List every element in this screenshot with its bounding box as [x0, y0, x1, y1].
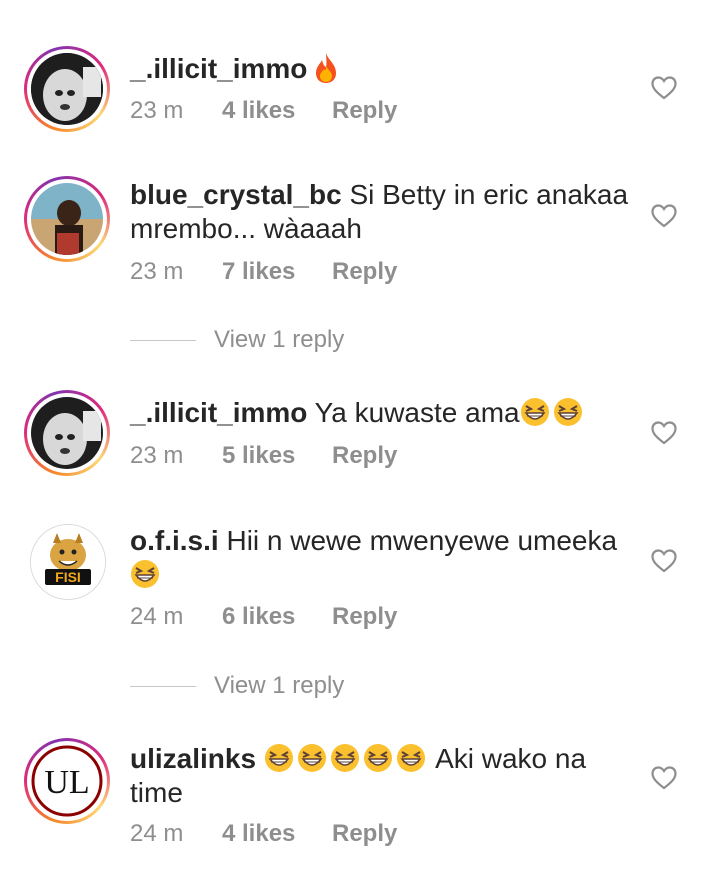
reply-button[interactable]: Reply [332, 97, 397, 125]
likes-count[interactable]: 5 likes [222, 442, 332, 470]
grinning-squinting-face-emoji [131, 560, 159, 588]
ul-logo: UL [31, 745, 103, 817]
reply-button[interactable]: Reply [332, 603, 397, 631]
comment-meta: 24 m 6 likes Reply [130, 603, 397, 631]
divider-line [130, 339, 196, 341]
grinning-squinting-face-emoji [553, 398, 582, 426]
svg-text:FISI: FISI [55, 569, 81, 585]
avatar[interactable] [24, 390, 110, 476]
comment-text: ulizalinks Aki wako na time [130, 743, 587, 808]
comment-text: _.illicit_immo [130, 52, 630, 86]
avatar[interactable] [24, 46, 110, 132]
hyena-logo: FISI [31, 525, 105, 599]
fire-emoji [316, 53, 337, 83]
masked-person-image [31, 53, 103, 125]
grinning-squinting-face-emoji [363, 744, 392, 772]
likes-count[interactable]: 6 likes [222, 603, 332, 631]
avatar[interactable] [24, 176, 110, 262]
grinning-squinting-face-emoji [520, 398, 549, 426]
comment-meta: 23 m 4 likes Reply [130, 97, 397, 125]
timestamp: 24 m [130, 603, 184, 630]
username[interactable]: ulizalinks [130, 743, 256, 774]
view-replies-button[interactable]: View 1 reply [130, 672, 344, 700]
grinning-squinting-face-emoji [264, 744, 293, 772]
grinning-squinting-face-emoji [330, 744, 359, 772]
grinning-squinting-face-emoji [396, 744, 425, 772]
heart-outline-icon[interactable] [651, 766, 677, 790]
timestamp: 23 m [130, 442, 184, 469]
username[interactable]: blue_crystal_bc [130, 179, 342, 210]
username[interactable]: _.illicit_immo [130, 53, 307, 84]
heart-outline-icon[interactable] [651, 76, 677, 100]
comment-text: _.illicit_immo Ya kuwaste ama [130, 396, 630, 430]
username[interactable]: o.f.i.s.i [130, 525, 219, 556]
reply-button[interactable]: Reply [332, 442, 397, 470]
timestamp: 23 m [130, 258, 184, 285]
view-replies-button[interactable]: View 1 reply [130, 326, 344, 354]
username[interactable]: _.illicit_immo [130, 397, 307, 428]
reply-button[interactable]: Reply [332, 258, 397, 286]
view-replies-label: View 1 reply [214, 672, 345, 699]
heart-outline-icon[interactable] [651, 204, 677, 228]
comment-meta: 24 m 4 likes Reply [130, 820, 397, 848]
comment-meta: 23 m 7 likes Reply [130, 258, 397, 286]
heart-outline-icon[interactable] [651, 549, 677, 573]
svg-text:UL: UL [44, 764, 89, 801]
masked-person-image [31, 397, 103, 469]
likes-count[interactable]: 4 likes [222, 820, 332, 848]
heart-outline-icon[interactable] [651, 421, 677, 445]
timestamp: 23 m [130, 97, 184, 124]
person-beach-image [31, 183, 103, 255]
reply-button[interactable]: Reply [332, 820, 397, 848]
comment-text: blue_crystal_bc Si Betty in eric anakaa … [130, 179, 629, 244]
timestamp: 24 m [130, 820, 184, 847]
avatar[interactable]: UL [24, 738, 110, 824]
likes-count[interactable]: 4 likes [222, 97, 332, 125]
comment-text: o.f.i.s.i Hii n wewe mwenyewe umeeka [130, 524, 630, 592]
avatar[interactable]: FISI [30, 524, 106, 600]
view-replies-label: View 1 reply [214, 326, 345, 353]
divider-line [130, 685, 196, 687]
comment-meta: 23 m 5 likes Reply [130, 442, 397, 470]
likes-count[interactable]: 7 likes [222, 258, 332, 286]
grinning-squinting-face-emoji [297, 744, 326, 772]
